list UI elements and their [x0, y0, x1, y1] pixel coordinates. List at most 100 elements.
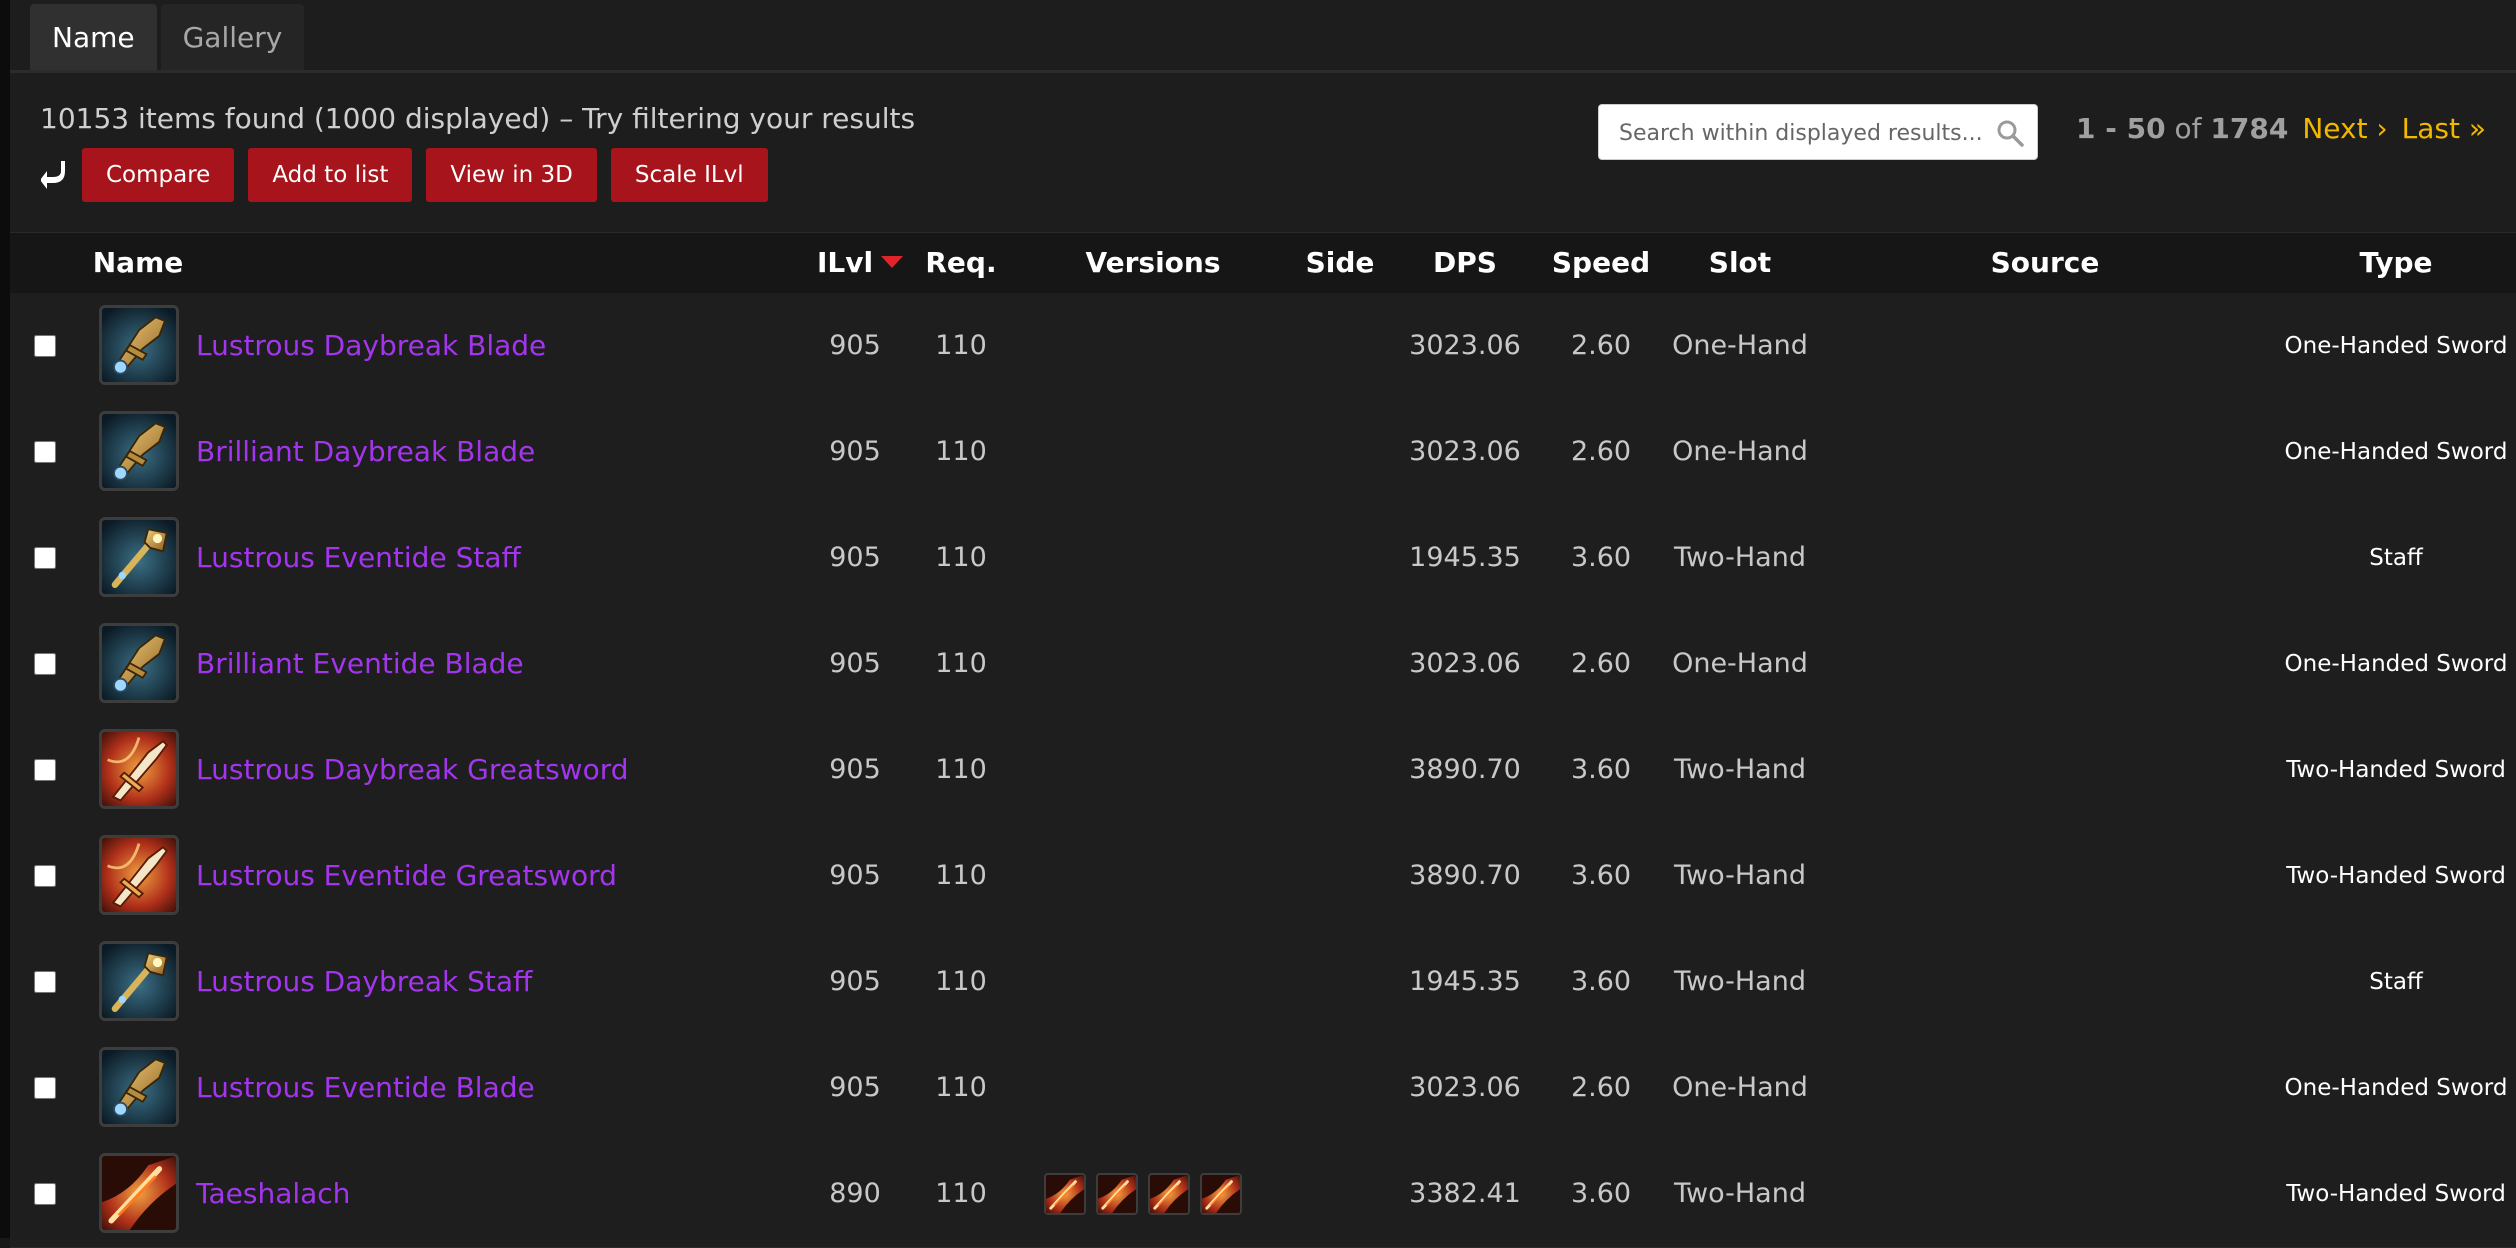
row-select-checkbox[interactable]: [34, 653, 56, 675]
cell-source: [1910, 611, 2180, 717]
col-header-versions[interactable]: Versions: [1080, 233, 1226, 293]
item-name-link[interactable]: Lustrous Eventide Greatsword: [196, 823, 617, 929]
view-in-3d-button[interactable]: View in 3D: [426, 148, 597, 202]
cell-slot: Two-Hand: [1674, 754, 1806, 785]
page-range: 1 - 50: [2075, 112, 2166, 145]
cell-source: [1910, 505, 2180, 611]
cell-ilvl: 905: [829, 1072, 881, 1103]
add-to-list-button[interactable]: Add to list: [248, 148, 413, 202]
cell-speed: 3.60: [1570, 1178, 1632, 1209]
staff-icon[interactable]: [99, 517, 179, 597]
item-name-link[interactable]: Brilliant Daybreak Blade: [196, 399, 535, 505]
search-input[interactable]: [1617, 105, 1991, 161]
cell-ilvl: 905: [829, 330, 881, 361]
view-tabs: Name Gallery: [30, 4, 305, 70]
cell-side: [1300, 399, 1380, 505]
last-page-link[interactable]: Last »: [2402, 112, 2486, 145]
cell-type: Staff: [2369, 969, 2423, 995]
row-select-checkbox[interactable]: [34, 865, 56, 887]
cell-dps: 3890.70: [1409, 860, 1521, 891]
row-select-checkbox[interactable]: [34, 441, 56, 463]
item-name-link[interactable]: Lustrous Daybreak Greatsword: [196, 717, 629, 823]
cell-slot: One-Hand: [1672, 330, 1808, 361]
pagination: 1 - 50 of 1784 Next › Last »: [2076, 112, 2486, 145]
cell-source: [1910, 929, 2180, 1035]
cell-type: One-Handed Sword: [2284, 333, 2508, 359]
compare-button[interactable]: Compare: [82, 148, 235, 202]
sword-icon[interactable]: [99, 411, 179, 491]
cell-req: 110: [935, 648, 987, 679]
cell-slot: Two-Hand: [1674, 542, 1806, 573]
cell-speed: 2.60: [1570, 1072, 1632, 1103]
table-row: Lustrous Eventide Greatsword 905 110 3890.7…: [10, 823, 2516, 930]
cell-req: 110: [935, 860, 987, 891]
row-select-checkbox[interactable]: [34, 1183, 56, 1205]
cell-source: [1910, 1141, 2180, 1247]
search-icon[interactable]: [1995, 118, 2025, 148]
item-name-link[interactable]: Lustrous Daybreak Staff: [196, 929, 532, 1035]
cell-source: [1910, 293, 2180, 399]
row-select-checkbox[interactable]: [34, 335, 56, 357]
fire-sword-icon[interactable]: [99, 1153, 179, 1233]
tab-divider: [10, 70, 2516, 73]
sword-icon[interactable]: [99, 1047, 179, 1127]
col-header-dps[interactable]: DPS: [1410, 233, 1520, 293]
fire-sword-icon[interactable]: [1044, 1173, 1086, 1215]
cell-speed: 2.60: [1570, 330, 1632, 361]
sword-icon[interactable]: [99, 623, 179, 703]
table-row: Brilliant Daybreak Blade 905 110 3023.06 2.6…: [10, 399, 2516, 506]
cell-req: 110: [935, 1072, 987, 1103]
greatsword-icon[interactable]: [99, 835, 179, 915]
fire-sword-icon[interactable]: [1200, 1173, 1242, 1215]
tab-gallery[interactable]: Gallery: [160, 4, 305, 70]
fire-sword-icon[interactable]: [1148, 1173, 1190, 1215]
item-name-link[interactable]: Taeshalach: [196, 1141, 350, 1247]
pagination-of: of: [2174, 112, 2202, 145]
cell-dps: 3890.70: [1409, 754, 1521, 785]
item-name-link[interactable]: Brilliant Eventide Blade: [196, 611, 524, 717]
col-header-speed[interactable]: Speed: [1546, 233, 1656, 293]
row-select-checkbox[interactable]: [34, 971, 56, 993]
row-select-checkbox[interactable]: [34, 759, 56, 781]
fire-sword-icon[interactable]: [1096, 1173, 1138, 1215]
col-header-side[interactable]: Side: [1300, 233, 1380, 293]
item-name-link[interactable]: Lustrous Eventide Staff: [196, 505, 521, 611]
item-name-link[interactable]: Lustrous Eventide Blade: [196, 1035, 535, 1141]
cell-slot: One-Hand: [1672, 436, 1808, 467]
tab-name[interactable]: Name: [30, 4, 157, 70]
col-header-name[interactable]: Name: [88, 233, 188, 293]
col-header-type[interactable]: Type: [2326, 233, 2466, 293]
cell-dps: 1945.35: [1409, 542, 1521, 573]
cell-req: 110: [935, 1178, 987, 1209]
staff-icon[interactable]: [99, 941, 179, 1021]
row-select-checkbox[interactable]: [34, 1077, 56, 1099]
cell-ilvl: 905: [829, 860, 881, 891]
col-header-source[interactable]: Source: [1980, 233, 2110, 293]
col-header-slot[interactable]: Slot: [1690, 233, 1790, 293]
cell-ilvl: 890: [829, 1178, 881, 1209]
total-results: 1784: [2210, 112, 2289, 145]
scale-ilvl-button[interactable]: Scale ILvl: [610, 148, 768, 202]
cell-side: [1300, 1141, 1380, 1247]
action-toolbar: Compare Add to list View in 3D Scale ILv…: [40, 148, 768, 202]
cell-source: [1910, 823, 2180, 929]
cell-req: 110: [935, 436, 987, 467]
select-arrow-icon: [40, 155, 68, 195]
cell-side: [1300, 505, 1380, 611]
cell-type: Staff: [2369, 545, 2423, 571]
cell-side: [1300, 293, 1380, 399]
cell-ilvl: 905: [829, 436, 881, 467]
next-page-link[interactable]: Next ›: [2302, 112, 2387, 145]
table-row: Lustrous Daybreak Blade 905 110 3023.06 2.60…: [10, 293, 2516, 400]
sword-icon[interactable]: [99, 305, 179, 385]
cell-type: Two-Handed Sword: [2286, 863, 2506, 889]
greatsword-icon[interactable]: [99, 729, 179, 809]
cell-source: [1910, 717, 2180, 823]
cell-dps: 3023.06: [1409, 436, 1521, 467]
cell-source: [1910, 399, 2180, 505]
col-header-ilvl[interactable]: ILvl: [800, 233, 920, 293]
item-name-link[interactable]: Lustrous Daybreak Blade: [196, 293, 546, 399]
col-header-req[interactable]: Req.: [916, 233, 1006, 293]
cell-req: 110: [935, 330, 987, 361]
row-select-checkbox[interactable]: [34, 547, 56, 569]
